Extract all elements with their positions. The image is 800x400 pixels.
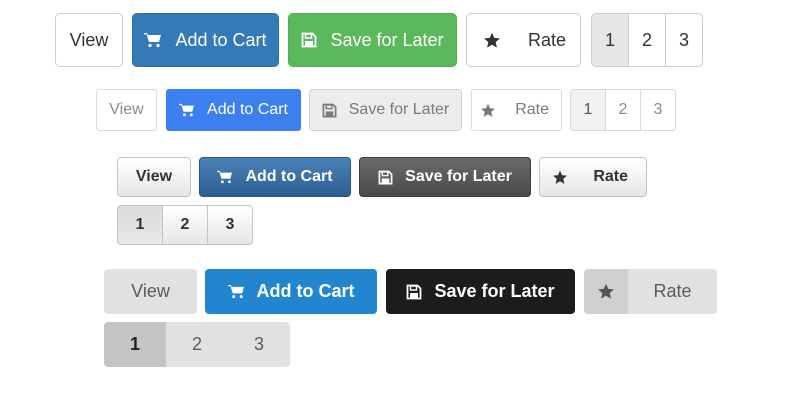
add-to-cart-button[interactable]: Add to Cart [132, 13, 279, 67]
cart-icon [217, 170, 233, 184]
page-button-1[interactable]: 1 [570, 89, 606, 131]
page-button-3[interactable]: 3 [665, 13, 703, 67]
star-icon [480, 103, 496, 118]
button-row-semantic: View Add to Cart Save for Later Rate [104, 269, 717, 314]
page-button-2[interactable]: 2 [166, 322, 228, 367]
rate-button[interactable]: Rate [466, 13, 581, 67]
pagination: 1 2 3 [591, 13, 703, 67]
page-button-2[interactable]: 2 [162, 205, 208, 245]
add-to-cart-button[interactable]: Add to Cart [205, 269, 377, 314]
cart-icon [144, 32, 162, 48]
rate-button[interactable]: Rate [471, 89, 562, 131]
rate-label: Rate [527, 29, 566, 50]
view-button[interactable]: View [117, 157, 191, 197]
rate-label: Rate [515, 101, 549, 118]
page-number: 1 [583, 101, 593, 118]
save-for-later-button[interactable]: Save for Later [309, 89, 462, 131]
page-button-1[interactable]: 1 [591, 13, 629, 67]
view-label: View [135, 168, 173, 185]
save-for-later-label: Save for Later [405, 168, 512, 185]
button-row-bootstrap: View Add to Cart Save for Later Rate 1 2… [55, 13, 703, 67]
page-button-3[interactable]: 3 [228, 322, 290, 367]
save-for-later-label: Save for Later [330, 29, 444, 50]
view-button[interactable]: View [96, 89, 157, 131]
add-to-cart-button[interactable]: Add to Cart [166, 89, 301, 131]
page-number: 2 [641, 29, 652, 50]
view-label: View [109, 101, 144, 118]
cart-icon [227, 284, 245, 299]
page-number: 2 [180, 216, 190, 233]
page-button-2[interactable]: 2 [605, 89, 641, 131]
floppy-disk-icon [301, 32, 317, 48]
pagination: 1 2 3 [570, 89, 676, 131]
page-number: 3 [653, 101, 663, 118]
rate-label: Rate [653, 281, 692, 301]
page-button-3[interactable]: 3 [640, 89, 676, 131]
add-to-cart-label: Add to Cart [207, 101, 288, 118]
rate-button[interactable]: Rate [539, 157, 647, 197]
save-for-later-label: Save for Later [434, 281, 555, 301]
page-button-1[interactable]: 1 [117, 205, 163, 245]
pagination: 1 2 3 [117, 205, 253, 245]
page-button-3[interactable]: 3 [207, 205, 253, 245]
page-number: 1 [129, 334, 140, 354]
page-button-1[interactable]: 1 [104, 322, 166, 367]
star-icon [483, 32, 501, 49]
view-button[interactable]: View [55, 13, 123, 67]
cart-icon [179, 103, 195, 117]
rate-label: Rate [593, 168, 628, 185]
button-row-gradient: View Add to Cart Save for Later Rate [117, 157, 647, 197]
page-number: 3 [678, 29, 689, 50]
view-label: View [69, 29, 109, 50]
view-label: View [131, 281, 170, 301]
page-number: 1 [604, 29, 615, 50]
floppy-disk-icon [322, 103, 337, 118]
pagination: 1 2 3 [104, 322, 290, 367]
button-row-material: View Add to Cart Save for Later Rate 1 2… [96, 89, 676, 131]
floppy-disk-icon [406, 284, 422, 300]
add-to-cart-button[interactable]: Add to Cart [199, 157, 351, 197]
page-number: 2 [191, 334, 202, 354]
page-number: 3 [225, 216, 235, 233]
add-to-cart-label: Add to Cart [245, 168, 333, 185]
page-number: 1 [135, 216, 145, 233]
save-for-later-button[interactable]: Save for Later [386, 269, 575, 314]
save-for-later-label: Save for Later [348, 101, 450, 118]
save-for-later-button[interactable]: Save for Later [359, 157, 531, 197]
add-to-cart-label: Add to Cart [256, 281, 355, 301]
star-icon [552, 170, 568, 185]
page-number: 3 [253, 334, 264, 354]
view-button[interactable]: View [104, 269, 197, 314]
page-button-2[interactable]: 2 [628, 13, 666, 67]
add-to-cart-label: Add to Cart [175, 29, 267, 50]
save-for-later-button[interactable]: Save for Later [288, 13, 457, 67]
floppy-disk-icon [378, 170, 393, 185]
page-number: 2 [618, 101, 628, 118]
rate-button[interactable]: Rate [584, 269, 717, 314]
star-icon [584, 269, 628, 314]
